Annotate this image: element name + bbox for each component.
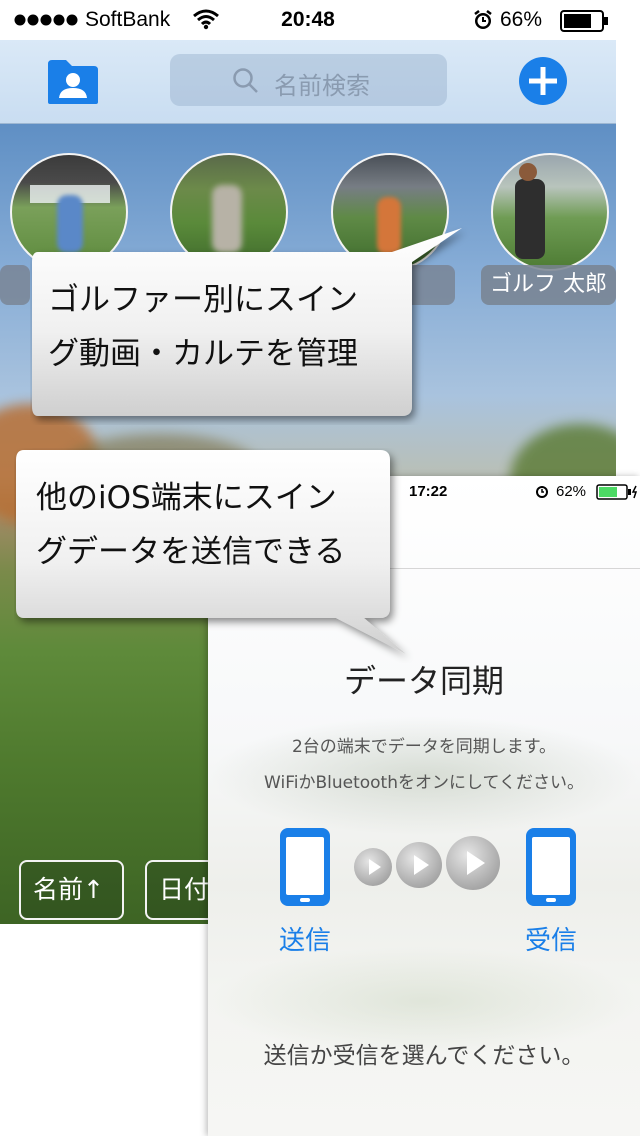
arrow-play-icon — [354, 848, 392, 886]
search-input[interactable]: 名前検索 — [170, 54, 447, 106]
navigation-bar: 名前検索 — [0, 40, 616, 124]
arrow-play-icon — [396, 842, 442, 888]
receive-button[interactable]: 受信 — [516, 920, 586, 957]
promo-screenshot: SoftBank 20:48 66% 名前検索 ゴルフ 太郎 名前↑ 日付 17… — [0, 0, 640, 1136]
arrow-play-icon — [446, 836, 500, 890]
status-time: 17:22 — [409, 483, 448, 500]
battery-percentage: 62% — [556, 483, 587, 500]
alarm-icon — [474, 10, 492, 29]
description-line-1: 2台の端末でデータを同期します。 — [291, 737, 557, 757]
instruction-text: 送信か受信を選んでください。 — [263, 1043, 585, 1069]
description-line-2: WiFiかBluetoothをオンにしてください。 — [264, 773, 584, 793]
search-icon — [233, 68, 258, 93]
folder-user-icon[interactable] — [46, 58, 100, 106]
callout-line-1: 他のiOS端末にスイン — [36, 480, 337, 516]
receive-device-icon[interactable] — [526, 828, 576, 906]
golfer-name-label: ゴルフ 太郎 — [481, 265, 616, 305]
add-button[interactable] — [518, 56, 568, 106]
callout-golfer-management: ゴルファー別にスイン グ動画・カルテを管理 — [30, 220, 470, 425]
battery-icon — [560, 10, 608, 32]
status-bar: SoftBank 20:48 66% — [0, 0, 616, 40]
search-placeholder: 名前検索 — [274, 72, 370, 100]
send-button[interactable]: 送信 — [270, 920, 340, 957]
alarm-icon — [536, 486, 548, 498]
golfer-avatar-selected[interactable] — [491, 153, 609, 271]
battery-charging-icon — [596, 484, 638, 500]
send-device-icon[interactable] — [280, 828, 330, 906]
battery-percentage: 66% — [500, 8, 543, 31]
callout-line-2: グ動画・カルテを管理 — [48, 336, 358, 372]
callout-data-transfer: 他のiOS端末にスイン グデータを送信できる — [14, 448, 414, 663]
callout-line-1: ゴルファー別にスイン — [48, 282, 358, 318]
callout-line-2: グデータを送信できる — [36, 534, 346, 570]
golfer-name-label — [0, 265, 30, 305]
sort-name-button[interactable]: 名前↑ — [19, 860, 124, 920]
